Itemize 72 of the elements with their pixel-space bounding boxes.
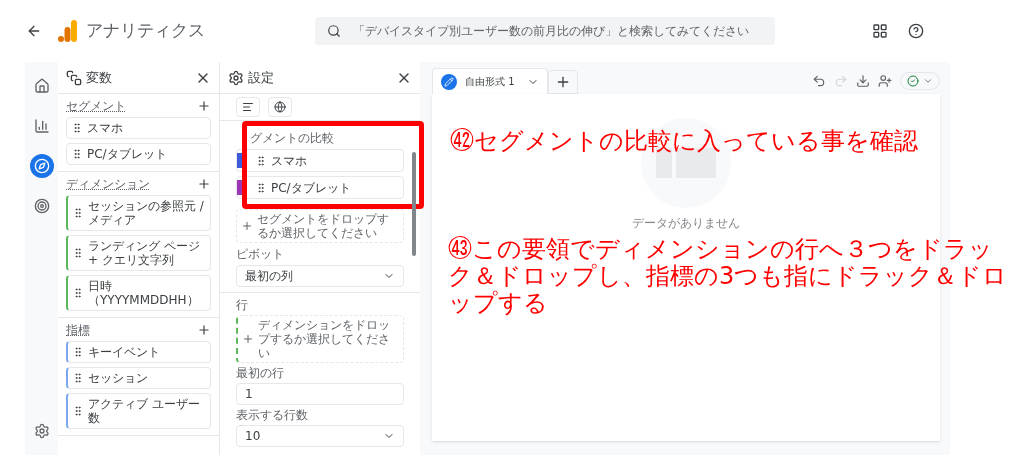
- annotation: ㊷セグメントの比較に入っている事を確認: [450, 128, 919, 155]
- drag-handle-icon[interactable]: [71, 148, 83, 160]
- check-icon: [907, 75, 919, 87]
- drag-handle-icon[interactable]: [71, 122, 83, 134]
- caret-icon: [923, 76, 933, 86]
- plus-icon: [242, 333, 254, 345]
- add-icon[interactable]: [197, 99, 211, 113]
- variable-chip[interactable]: セッションの参照元 / メディア: [66, 195, 211, 231]
- section-label: ディメンション: [66, 177, 150, 191]
- section-label: ピボット: [236, 247, 285, 261]
- nav-item[interactable]: [29, 154, 54, 178]
- no-data-text: データがありません: [632, 215, 740, 232]
- variable-chip[interactable]: スマホ: [66, 117, 211, 139]
- annotation: ㊸この要領でディメンションの行へ３つをドラック＆ドロップし、指標の3つも指にドラック＆ドロップする: [448, 236, 1008, 317]
- visualization-button[interactable]: [236, 97, 260, 117]
- add-icon[interactable]: [197, 323, 211, 337]
- drag-handle-icon[interactable]: [72, 287, 84, 299]
- variable-chip[interactable]: キーイベント: [66, 341, 211, 363]
- tab[interactable]: 自由形式 1: [432, 68, 548, 94]
- segment-chip[interactable]: PC/タブレット: [236, 176, 404, 199]
- drag-handle-icon[interactable]: [72, 247, 84, 259]
- undo-icon[interactable]: [812, 74, 826, 88]
- panel-title: 変数: [86, 68, 113, 87]
- scrollbar[interactable]: [412, 152, 416, 256]
- settings-icon: [228, 69, 244, 86]
- share-icon[interactable]: [878, 74, 892, 88]
- variable-chip[interactable]: ランディング ページ + クエリ文字列: [66, 235, 211, 271]
- logo-icon: [58, 20, 78, 42]
- pivot-dropdown[interactable]: 最初の列: [236, 265, 404, 287]
- drag-handle-icon[interactable]: [72, 207, 84, 219]
- back-icon[interactable]: [26, 23, 42, 39]
- plus-icon: [241, 220, 253, 232]
- panel-title: 設定: [248, 68, 275, 87]
- section-label: 最初の行: [236, 366, 285, 380]
- drop-zone[interactable]: ディメンションをドロップするか選択してください: [236, 315, 404, 363]
- drag-handle-icon[interactable]: [72, 346, 84, 358]
- home-icon: [33, 78, 50, 94]
- bar-chart-icon: [33, 118, 50, 134]
- section-label: 表示する行数: [236, 408, 309, 422]
- search-icon: [327, 24, 341, 38]
- first-row-field[interactable]: 1: [236, 383, 404, 405]
- bars-icon: [242, 101, 254, 113]
- variable-chip[interactable]: 日時（YYYYMMDDHH）: [66, 275, 211, 311]
- plus-icon: [555, 74, 571, 90]
- app-title: アナリティクス: [86, 19, 205, 43]
- compass-icon: [33, 158, 50, 174]
- apps-icon[interactable]: [872, 23, 888, 39]
- settings-icon[interactable]: [33, 423, 50, 439]
- add-tab-button[interactable]: [548, 70, 578, 94]
- visualization-button[interactable]: [268, 97, 292, 117]
- variable-chip[interactable]: PC/タブレット: [66, 143, 211, 165]
- variable-chip[interactable]: セッション: [66, 367, 211, 389]
- segment-chip[interactable]: スマホ: [236, 149, 404, 172]
- section-label: セグメント: [66, 99, 126, 113]
- section-label: 指標: [66, 323, 90, 337]
- variable-chip[interactable]: アクティブ ユーザー数: [66, 393, 211, 429]
- drop-zone[interactable]: セグメントをドロップするか選択してください: [236, 209, 404, 243]
- drag-handle-icon[interactable]: [255, 181, 267, 194]
- search-field[interactable]: 「デバイスタイプ別ユーザー数の前月比の伸び」と検索してみてください: [315, 17, 775, 45]
- drag-handle-icon[interactable]: [72, 405, 84, 417]
- section-label: 行: [236, 298, 249, 312]
- rows-dropdown[interactable]: 10: [236, 425, 404, 447]
- globe-icon: [274, 101, 286, 113]
- variables-icon: [66, 69, 82, 86]
- drag-handle-icon[interactable]: [255, 154, 267, 167]
- target-icon: [33, 198, 50, 214]
- download-icon[interactable]: [856, 74, 870, 88]
- help-icon[interactable]: [908, 23, 924, 39]
- add-icon[interactable]: [197, 177, 211, 191]
- pencil-icon: [441, 73, 457, 90]
- drag-handle-icon[interactable]: [72, 372, 84, 384]
- section-label: グメントの比較: [250, 131, 335, 145]
